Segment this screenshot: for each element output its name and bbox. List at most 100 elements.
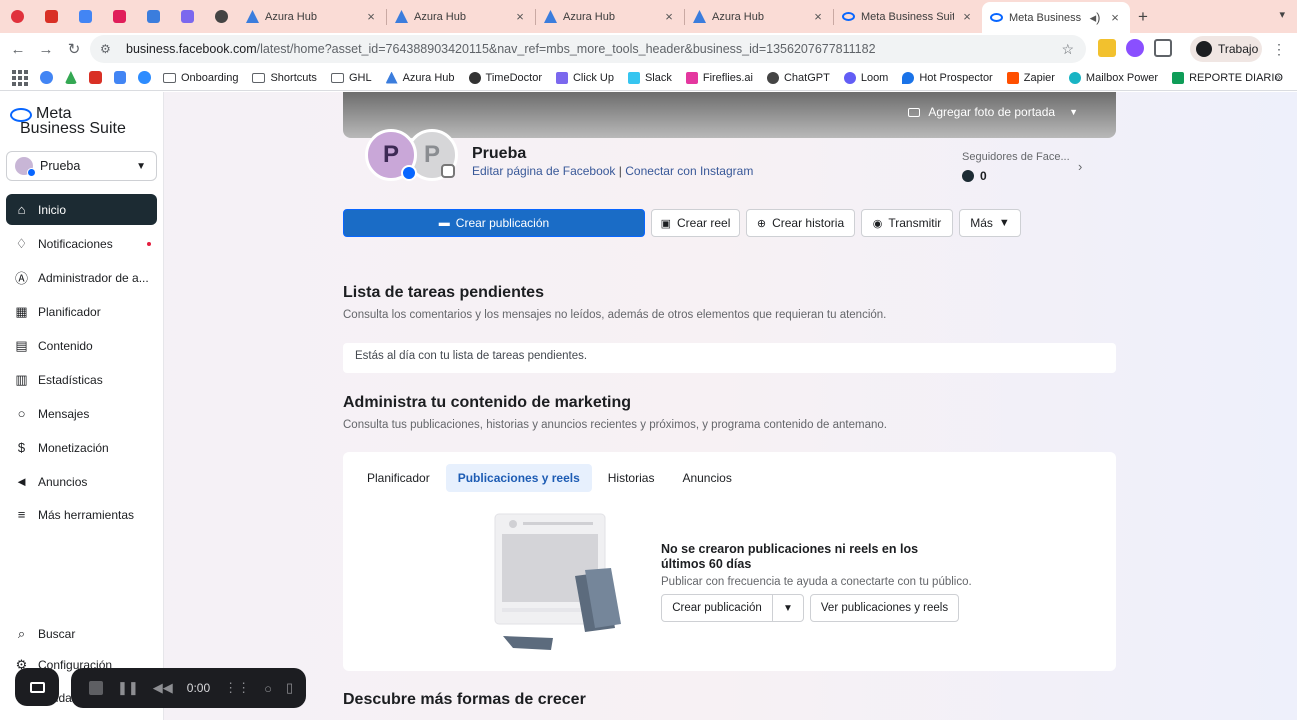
browser-tab[interactable]: Azura Hub × bbox=[685, 0, 833, 33]
chevron-right-icon[interactable]: › bbox=[1078, 159, 1082, 174]
bookmark-item[interactable]: Zapier bbox=[1006, 71, 1055, 84]
sidebar-item-mas-herramientas[interactable]: ≡ Más herramientas bbox=[6, 499, 157, 530]
browser-tab-active[interactable]: Meta Business Su ◂) × bbox=[982, 2, 1130, 33]
rewind-icon[interactable]: ◀◀ bbox=[153, 680, 173, 696]
back-button[interactable]: ← bbox=[4, 41, 32, 58]
browser-menu-icon[interactable]: ⋮ bbox=[1272, 41, 1286, 58]
business-suite-page: Meta Business Suite Prueba ▼ ⌂ Inicio ♢ No… bbox=[0, 92, 1297, 720]
drive-icon[interactable] bbox=[64, 71, 78, 84]
meta-business-suite-logo[interactable]: Meta Business Suite bbox=[10, 106, 126, 137]
reload-button[interactable]: ↻ bbox=[60, 40, 88, 58]
bookmark-item[interactable]: Loom bbox=[843, 71, 888, 84]
browser-tab[interactable]: Azura Hub × bbox=[238, 0, 386, 33]
post-icon: ▬ bbox=[438, 217, 450, 229]
pinned-tab-gmail[interactable] bbox=[34, 0, 68, 33]
pinned-tab-calendar[interactable] bbox=[68, 0, 102, 33]
bookmark-item[interactable]: Onboarding bbox=[162, 72, 238, 84]
recorder-camera-button[interactable] bbox=[15, 668, 59, 706]
pinned-tab-slack[interactable] bbox=[102, 0, 136, 33]
new-tab-button[interactable]: + bbox=[1130, 7, 1156, 27]
slack-icon bbox=[627, 71, 640, 84]
apps-grid-icon[interactable] bbox=[12, 69, 28, 86]
pause-icon[interactable]: ❚❚ bbox=[117, 680, 139, 696]
pinned-tab-chatgpt[interactable] bbox=[204, 0, 238, 33]
sidebar-item-inicio[interactable]: ⌂ Inicio bbox=[6, 194, 157, 225]
bookmark-item[interactable]: ChatGPT bbox=[766, 71, 830, 84]
close-icon[interactable]: × bbox=[364, 9, 378, 24]
create-reel-button[interactable]: ▣ Crear reel bbox=[651, 209, 740, 237]
close-icon[interactable]: × bbox=[662, 9, 676, 24]
extension-icon[interactable] bbox=[1126, 39, 1144, 57]
profile-chip[interactable]: Trabajo bbox=[1190, 36, 1262, 62]
followers-label: Seguidores de Face... bbox=[962, 151, 1070, 163]
bookmark-item[interactable]: TimeDoctor bbox=[468, 71, 542, 84]
tab-search-chevron-icon[interactable]: ▾ bbox=[1279, 8, 1285, 21]
create-post-button[interactable]: ▬ Crear publicación bbox=[343, 209, 645, 237]
bookmark-item[interactable]: Azura Hub bbox=[385, 71, 455, 84]
sidebar-item-notificaciones[interactable]: ♢ Notificaciones bbox=[6, 228, 157, 259]
live-stream-button[interactable]: ◉ Transmitir bbox=[861, 209, 953, 237]
speaker-icon[interactable]: ◂) bbox=[1088, 10, 1102, 26]
pinned-tab-azura[interactable] bbox=[136, 0, 170, 33]
bookmark-item[interactable]: Fireflies.ai bbox=[685, 71, 753, 84]
browser-tab[interactable]: Meta Business Suite × bbox=[834, 0, 982, 33]
gmail-icon[interactable] bbox=[89, 71, 102, 84]
restart-icon[interactable]: ○ bbox=[264, 681, 272, 696]
bookmark-item[interactable]: Hot Prospector bbox=[902, 71, 993, 84]
close-icon[interactable]: × bbox=[1108, 10, 1122, 25]
sidebar-item-label: Inicio bbox=[38, 202, 67, 217]
calendar-icon[interactable] bbox=[113, 71, 127, 84]
sidebar-item-anuncios[interactable]: ◄ Anuncios bbox=[6, 466, 157, 497]
create-story-button[interactable]: ⊕ Crear historia bbox=[746, 209, 855, 237]
account-switcher[interactable]: Prueba ▼ bbox=[6, 151, 157, 181]
bookmark-item[interactable]: Mailbox Power bbox=[1068, 71, 1158, 84]
bookmark-item[interactable]: Slack bbox=[627, 71, 672, 84]
pinned-tab-record[interactable] bbox=[0, 0, 34, 33]
tab-historias[interactable]: Historias bbox=[596, 464, 667, 492]
connect-instagram-link[interactable]: Conectar con Instagram bbox=[625, 164, 753, 178]
bookmark-item[interactable]: Click Up bbox=[555, 71, 614, 84]
stop-icon[interactable] bbox=[89, 681, 103, 695]
close-icon[interactable]: × bbox=[513, 9, 527, 24]
grid-icon[interactable]: ⋮⋮ bbox=[224, 680, 250, 696]
browser-tab[interactable]: Azura Hub × bbox=[536, 0, 684, 33]
bookmark-item[interactable]: Shortcuts bbox=[252, 72, 317, 84]
create-post-secondary-button[interactable]: Crear publicación bbox=[661, 594, 773, 622]
extension-icon[interactable] bbox=[1098, 39, 1116, 57]
sidebar-item-buscar[interactable]: ⌕ Buscar bbox=[6, 618, 157, 649]
sidebar-item-mensajes[interactable]: ○ Mensajes bbox=[6, 398, 157, 429]
add-cover-photo-button[interactable]: Agregar foto de portada ▼ bbox=[908, 105, 1078, 119]
close-icon[interactable]: × bbox=[960, 9, 974, 24]
bookmark-star-icon[interactable]: ☆ bbox=[1061, 41, 1074, 58]
tab-planificador[interactable]: Planificador bbox=[355, 464, 442, 492]
edit-facebook-page-link[interactable]: Editar página de Facebook bbox=[472, 164, 615, 178]
more-button[interactable]: Más ▼ bbox=[959, 209, 1021, 237]
pinned-tab-clickup[interactable] bbox=[170, 0, 204, 33]
browser-tab[interactable]: Azura Hub × bbox=[387, 0, 535, 33]
close-icon[interactable]: × bbox=[811, 9, 825, 24]
address-bar[interactable]: ⚙ business.facebook.com/latest/home?asse… bbox=[90, 35, 1086, 63]
profile-label: Trabajo bbox=[1218, 42, 1259, 56]
sidebar-item-administrador[interactable]: Ⓐ Administrador de a... bbox=[6, 262, 157, 293]
more-bookmarks-icon[interactable]: » bbox=[1274, 70, 1281, 84]
sidebar-item-monetizacion[interactable]: $ Monetización bbox=[6, 432, 157, 463]
site-info-icon[interactable]: ⚙ bbox=[100, 42, 116, 56]
sidebar-item-estadisticas[interactable]: ▥ Estadísticas bbox=[6, 364, 157, 395]
sidebar-item-planificador[interactable]: ▦ Planificador bbox=[6, 296, 157, 327]
create-post-dropdown-button[interactable]: ▼ bbox=[772, 594, 804, 622]
tab-publicaciones-y-reels[interactable]: Publicaciones y reels bbox=[445, 464, 592, 492]
forward-button[interactable]: → bbox=[32, 41, 60, 58]
bookmark-label: Click Up bbox=[572, 71, 614, 84]
content-tabs: Planificador Publicaciones y reels Histo… bbox=[355, 464, 744, 492]
extensions-puzzle-icon[interactable] bbox=[1154, 39, 1172, 57]
view-posts-and-reels-button[interactable]: Ver publicaciones y reels bbox=[810, 594, 959, 622]
sidebar-item-contenido[interactable]: ▤ Contenido bbox=[6, 330, 157, 361]
trash-icon[interactable]: ▯ bbox=[286, 680, 293, 696]
tab-title: Meta Business Suite bbox=[861, 10, 954, 23]
zoom-icon[interactable] bbox=[138, 71, 151, 84]
bookmark-item[interactable]: REPORTE DIARIO bbox=[1172, 71, 1283, 84]
bookmark-item[interactable]: GHL bbox=[330, 72, 372, 84]
tab-anuncios[interactable]: Anuncios bbox=[670, 464, 743, 492]
button-label: Crear publicación bbox=[455, 216, 550, 230]
bookmark-icon[interactable] bbox=[40, 71, 53, 84]
